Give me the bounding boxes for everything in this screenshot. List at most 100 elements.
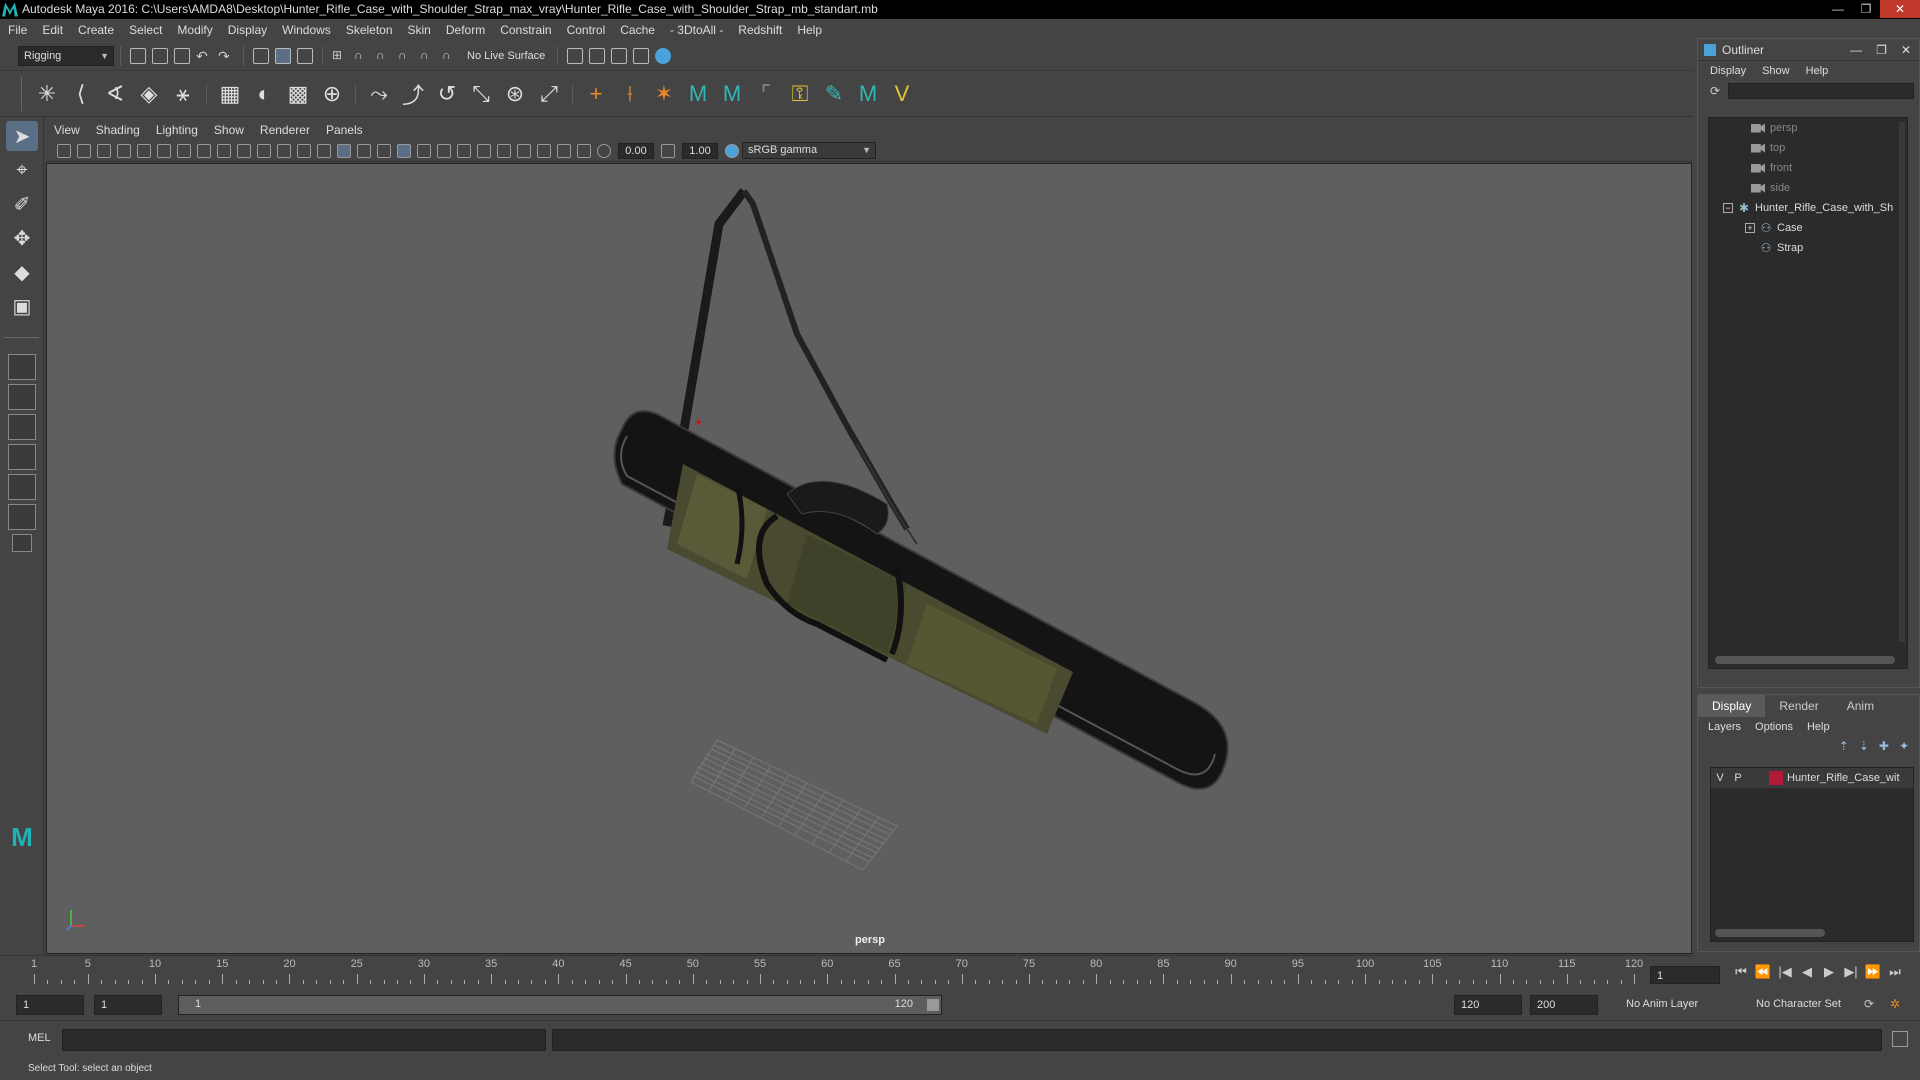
new-scene-icon[interactable] bbox=[130, 47, 146, 64]
camera-attributes-icon[interactable] bbox=[77, 143, 91, 158]
deformer-icon[interactable]: V bbox=[888, 80, 916, 108]
graph-editor-layout-icon[interactable] bbox=[8, 504, 36, 530]
outliner-item-top[interactable]: top bbox=[1709, 138, 1907, 158]
isolate-select-icon[interactable] bbox=[517, 143, 531, 158]
ik-fk-switch-icon[interactable]: ⟊ bbox=[616, 80, 644, 108]
move-tool-icon[interactable]: ✥ bbox=[6, 223, 38, 253]
open-scene-icon[interactable] bbox=[152, 47, 168, 64]
layer-name[interactable]: Hunter_Rifle_Case_wit bbox=[1787, 772, 1900, 784]
insert-joint-icon[interactable]: ⚹ bbox=[169, 80, 197, 108]
panel-menu-show[interactable]: Show bbox=[214, 123, 244, 137]
animation-end-field[interactable]: 200 bbox=[1530, 995, 1598, 1015]
select-by-hierarchy-icon[interactable] bbox=[253, 47, 269, 64]
film-gate-icon[interactable] bbox=[197, 143, 211, 158]
scale-tool-icon[interactable]: ▣ bbox=[6, 291, 38, 321]
collapse-icon[interactable]: − bbox=[1723, 203, 1733, 213]
paint-select-tool-icon[interactable]: ✐ bbox=[6, 189, 38, 219]
snap-point-icon[interactable]: ∩ bbox=[376, 48, 392, 64]
camera-select-icon[interactable] bbox=[57, 143, 71, 158]
shelf-tab-handle[interactable] bbox=[8, 76, 22, 111]
menu-skin[interactable]: Skin bbox=[408, 23, 431, 37]
range-slider-bar[interactable]: 1 120 bbox=[178, 995, 942, 1015]
redo-icon[interactable]: ↷ bbox=[218, 48, 234, 64]
close-button[interactable]: ✕ bbox=[1880, 0, 1920, 18]
mirror-joint-icon[interactable]: ◈ bbox=[135, 80, 163, 108]
lasso-tool-icon[interactable]: ⌖ bbox=[6, 155, 38, 185]
hypershade-layout-icon[interactable] bbox=[8, 474, 36, 500]
gamma-field[interactable]: 1.00 bbox=[682, 142, 718, 159]
step-forward-frame-icon[interactable]: ▶| bbox=[1840, 964, 1862, 984]
pole-vector-icon[interactable]: ⤢ bbox=[535, 80, 563, 108]
select-by-object-icon[interactable] bbox=[275, 47, 291, 64]
command-language-label[interactable]: MEL bbox=[28, 1032, 51, 1044]
locator-icon[interactable]: + bbox=[582, 80, 610, 108]
resolution-gate-icon[interactable] bbox=[217, 143, 231, 158]
menu-create[interactable]: Create bbox=[78, 23, 114, 37]
snap-view-plane-icon[interactable]: ∩ bbox=[398, 48, 414, 64]
menu-help[interactable]: Help bbox=[797, 23, 822, 37]
snap-projected-icon[interactable]: ∩ bbox=[442, 48, 458, 64]
menu-skeleton[interactable]: Skeleton bbox=[346, 23, 393, 37]
layer-color-swatch[interactable] bbox=[1769, 771, 1783, 785]
maximize-button[interactable]: ❐ bbox=[1852, 0, 1880, 18]
menu-constrain[interactable]: Constrain bbox=[500, 23, 551, 37]
expand-layouts-icon[interactable] bbox=[12, 534, 32, 552]
depth-of-field-icon[interactable] bbox=[497, 143, 511, 158]
redshift-material-icon[interactable]: M bbox=[718, 80, 746, 108]
gamma-icon[interactable] bbox=[661, 143, 675, 158]
safe-title-icon[interactable] bbox=[297, 143, 311, 158]
move-layer-up-icon[interactable]: ⇡ bbox=[1839, 739, 1849, 753]
auto-key-icon[interactable]: ⟳ bbox=[1864, 997, 1874, 1011]
refresh-icon[interactable]: ⟳ bbox=[1710, 84, 1720, 98]
panel-menu-view[interactable]: View bbox=[54, 123, 80, 137]
persp-outliner-layout-icon[interactable] bbox=[8, 414, 36, 440]
menu-select[interactable]: Select bbox=[129, 23, 162, 37]
xray-joints-icon[interactable] bbox=[557, 143, 571, 158]
menu-deform[interactable]: Deform bbox=[446, 23, 485, 37]
field-chart-icon[interactable] bbox=[257, 143, 271, 158]
bind-skin-icon[interactable]: ▦ bbox=[216, 80, 244, 108]
grease-pencil-icon[interactable] bbox=[157, 143, 171, 158]
xray-components-icon[interactable] bbox=[577, 143, 591, 158]
persp-graph-layout-icon[interactable] bbox=[8, 444, 36, 470]
outliner-filter-input[interactable] bbox=[1728, 83, 1915, 99]
snap-grid-icon[interactable]: ⊞ bbox=[332, 48, 348, 64]
go-to-end-icon[interactable]: ⏭ bbox=[1884, 964, 1906, 984]
outliner-item-strap[interactable]: ⚇ Strap bbox=[1709, 238, 1907, 258]
corner-marker-icon[interactable]: ⌜ bbox=[752, 80, 780, 108]
live-surface-label[interactable]: No Live Surface bbox=[467, 50, 545, 62]
snap-live-icon[interactable]: ∩ bbox=[420, 48, 436, 64]
set-key-icon[interactable]: ⚿ bbox=[786, 80, 814, 108]
menu-set-dropdown[interactable]: Rigging ▼ bbox=[18, 45, 114, 66]
anti-aliasing-icon[interactable] bbox=[477, 143, 491, 158]
tab-display[interactable]: Display bbox=[1698, 695, 1766, 717]
playback-end-field[interactable]: 120 bbox=[1454, 995, 1522, 1015]
animation-start-field[interactable]: 1 bbox=[16, 995, 84, 1015]
wireframe-on-shaded-icon[interactable] bbox=[357, 143, 371, 158]
gate-mask-icon[interactable] bbox=[237, 143, 251, 158]
menu-redshift[interactable]: Redshift bbox=[738, 23, 782, 37]
redshift-light-icon[interactable]: M bbox=[684, 80, 712, 108]
snap-curve-icon[interactable]: ∩ bbox=[354, 48, 370, 64]
render-frame-icon[interactable] bbox=[589, 47, 606, 64]
view-transform-dropdown[interactable]: sRGB gamma ▼ bbox=[742, 142, 876, 159]
hik-icon[interactable]: ✶ bbox=[650, 80, 678, 108]
smooth-shade-icon[interactable] bbox=[337, 143, 351, 158]
outliner-item-side[interactable]: side bbox=[1709, 178, 1907, 198]
tab-render[interactable]: Render bbox=[1765, 695, 1832, 717]
use-all-lights-icon[interactable] bbox=[397, 143, 411, 158]
outliner-minimize-button[interactable]: — bbox=[1850, 43, 1862, 57]
render-settings-icon[interactable] bbox=[633, 47, 650, 64]
expand-icon[interactable]: + bbox=[1745, 223, 1755, 233]
motion-blur-icon[interactable] bbox=[457, 143, 471, 158]
grid-toggle-icon[interactable] bbox=[177, 143, 191, 158]
safe-action-icon[interactable] bbox=[277, 143, 291, 158]
command-input[interactable] bbox=[62, 1029, 546, 1051]
playback-start-field[interactable]: 1 bbox=[94, 995, 162, 1015]
outliner-menu-display[interactable]: Display bbox=[1710, 65, 1746, 77]
viewport-persp[interactable]: + persp bbox=[46, 163, 1692, 954]
outliner-item-root[interactable]: − ✱ Hunter_Rifle_Case_with_Sh bbox=[1709, 198, 1907, 218]
bookmark-icon[interactable] bbox=[97, 143, 111, 158]
layer-visibility-toggle[interactable]: V bbox=[1711, 772, 1729, 784]
outliner-menu-help[interactable]: Help bbox=[1806, 65, 1829, 77]
